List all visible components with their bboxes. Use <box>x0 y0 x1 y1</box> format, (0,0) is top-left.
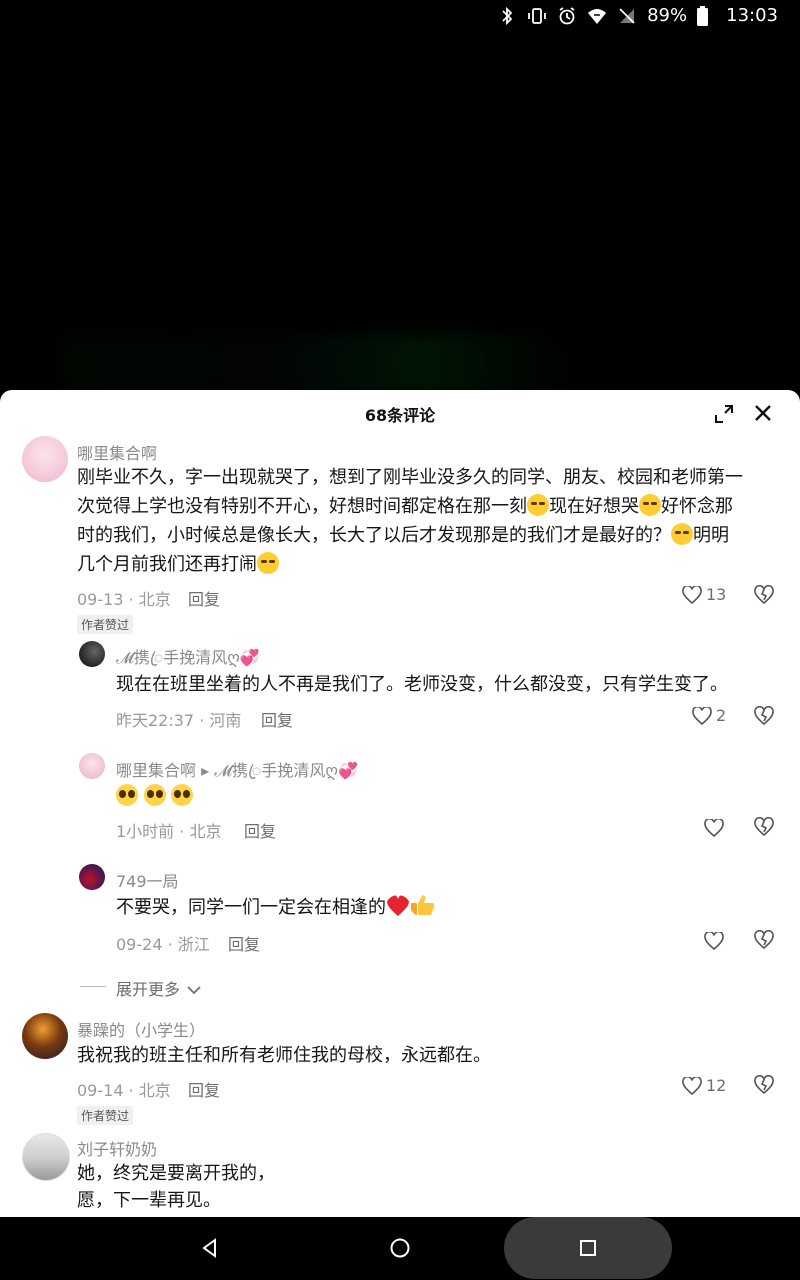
like-button[interactable]: 13 <box>682 585 726 604</box>
avatar[interactable] <box>22 1133 70 1181</box>
avatar[interactable] <box>79 864 105 890</box>
wifi-icon <box>588 8 607 24</box>
heart-outline-icon[interactable] <box>704 819 724 837</box>
avatar[interactable] <box>22 436 68 482</box>
comments-sheet: 68条评论 哪里集合啊 刚毕业不久，字一出现就哭了，想到了刚毕业没多久的同学、朋… <box>0 390 800 1217</box>
bluetooth-icon <box>502 6 513 25</box>
reply-text: 不要哭，同学一们一定会在相逢的 <box>116 893 776 922</box>
like-count: 13 <box>706 585 727 604</box>
reply-username[interactable]: 749一局 <box>116 868 179 892</box>
expand-more-label: 展开更多 <box>116 980 181 999</box>
sheet-header: 68条评论 <box>0 390 800 436</box>
reply-emoji-row <box>116 782 194 811</box>
reply-button[interactable]: 回复 <box>188 586 220 610</box>
clock: 13:03 <box>726 5 778 26</box>
comment-text: 她，终究是要离开我的， 愿，下一辈再见。 <box>77 1160 777 1214</box>
comment-text-line: 几个月前我们还再打闹 <box>77 554 257 575</box>
comment-text-line: 时的我们，小时候总是像长大，长大了以后才发现那是的我们才是最好的？ <box>77 525 671 546</box>
comment-text-line: 好怀念那 <box>661 496 733 517</box>
comment-text: 刚毕业不久，字一出现就哭了，想到了刚毕业没多久的同学、朋友、校园和老师第一 次觉… <box>77 463 777 579</box>
comment-count-title: 68条评论 <box>364 406 436 425</box>
crying-emoji-icon <box>639 494 661 516</box>
comment-meta: 09-14 · 北京 <box>77 1081 171 1100</box>
status-bar: 89% 13:03 <box>0 0 800 34</box>
avatar[interactable] <box>79 753 105 779</box>
comment-text-line: 现在好想哭 <box>549 496 639 517</box>
avatar[interactable] <box>22 1013 68 1059</box>
back-triangle-icon <box>202 1238 216 1258</box>
heart-outline-icon <box>682 585 702 604</box>
close-icon[interactable] <box>752 402 774 424</box>
avatar[interactable] <box>79 641 105 667</box>
red-heart-emoji-icon <box>386 895 410 916</box>
broken-heart-icon[interactable] <box>754 706 774 726</box>
broken-heart-icon[interactable] <box>754 585 774 605</box>
pleading-emoji-icon <box>171 784 194 806</box>
reply-button[interactable]: 回复 <box>228 931 260 955</box>
heart-outline-icon[interactable] <box>704 932 724 950</box>
broken-heart-icon[interactable] <box>754 930 774 950</box>
pleading-emoji-icon <box>143 784 166 806</box>
heart-outline-icon <box>692 706 712 725</box>
status-icons: 89% 13:03 <box>497 5 778 26</box>
broken-heart-icon[interactable] <box>754 817 774 837</box>
home-circle-icon <box>390 1238 410 1258</box>
reply-meta: 1小时前 · 北京 <box>116 822 222 841</box>
comment-text-line: 愿，下一辈再见。 <box>77 1190 221 1211</box>
reply-button[interactable]: 回复 <box>261 707 293 731</box>
comment-meta: 09-13 · 北京 <box>77 590 171 609</box>
divider <box>80 986 106 987</box>
comment-text-line: 刚毕业不久，字一出现就哭了，想到了刚毕业没多久的同学、朋友、校园和老师第一 <box>77 467 743 488</box>
home-button[interactable] <box>370 1225 430 1271</box>
comment-text-line: 明明 <box>693 525 729 546</box>
battery-icon <box>697 5 709 26</box>
heart-outline-icon <box>682 1076 702 1095</box>
thumbs-up-emoji-icon <box>411 895 435 915</box>
broken-heart-icon[interactable] <box>754 1075 774 1095</box>
video-player[interactable] <box>0 34 800 394</box>
pleading-emoji-icon <box>116 784 138 806</box>
crying-emoji-icon <box>527 494 549 516</box>
back-button[interactable] <box>180 1225 240 1271</box>
comment-text-line: 次觉得上学也没有特别不开心，好想时间都定格在那一刻 <box>77 496 527 517</box>
chevron-down-icon <box>187 986 201 995</box>
expand-more-button[interactable]: 展开更多 <box>116 976 201 1000</box>
comment-username[interactable]: 刘子轩奶奶 <box>77 1136 157 1160</box>
alarm-icon <box>559 6 575 24</box>
like-button[interactable]: 2 <box>692 706 726 725</box>
like-button[interactable]: 12 <box>682 1076 726 1095</box>
crying-emoji-icon <box>671 523 693 545</box>
reply-text-line: 不要哭，同学一们一定会在相逢的 <box>116 897 386 918</box>
expand-icon[interactable] <box>714 404 734 424</box>
like-count: 12 <box>706 1076 727 1095</box>
no-signal-icon <box>619 7 635 24</box>
comment-text-line: 她，终究是要离开我的， <box>77 1163 275 1184</box>
video-frame <box>60 334 580 394</box>
recent-square-icon <box>580 1240 596 1256</box>
comment-text: 我祝我的班主任和所有老师住我的母校，永远都在。 <box>77 1045 491 1066</box>
crying-emoji-icon <box>257 552 279 574</box>
battery-percentage: 89% <box>647 5 688 26</box>
comment-username[interactable]: 暴躁的（小学生） <box>77 1017 205 1041</box>
reply-meta: 09-24 · 浙江 <box>116 935 210 954</box>
reply-meta: 昨天22:37 · 河南 <box>116 711 242 730</box>
vibrate-icon <box>528 7 547 24</box>
navigation-bar <box>0 1217 800 1280</box>
recents-button[interactable] <box>504 1217 672 1279</box>
comment-username[interactable]: 哪里集合啊 <box>77 440 157 464</box>
reply-button[interactable]: 回复 <box>188 1077 220 1101</box>
author-liked-badge: 作者赞过 <box>77 615 134 634</box>
author-liked-badge: 作者赞过 <box>77 1106 134 1125</box>
reply-button[interactable]: 回复 <box>244 818 276 842</box>
like-count: 2 <box>716 706 727 725</box>
reply-text: 现在在班里坐着的人不再是我们了。老师没变，什么都没变，只有学生变了。 <box>116 674 728 695</box>
